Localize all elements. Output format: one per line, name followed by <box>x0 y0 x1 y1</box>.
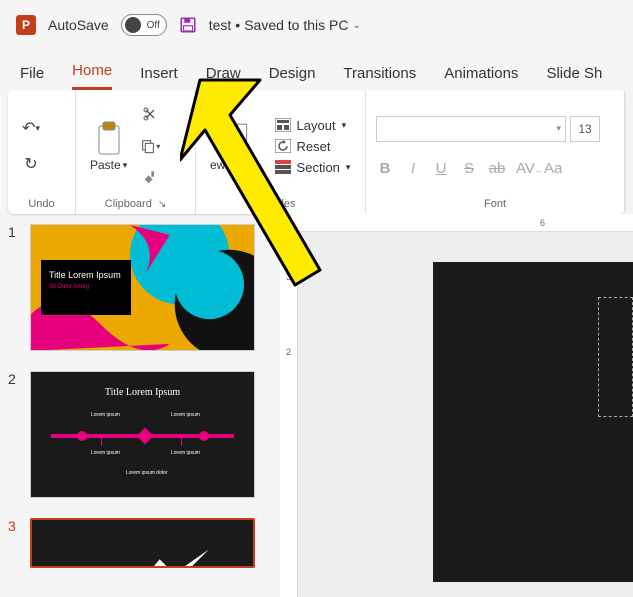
reset-button[interactable]: Reset <box>275 139 351 154</box>
bold-button[interactable]: B <box>376 160 394 177</box>
clipboard-dialog-launcher[interactable]: ↘ <box>158 199 166 210</box>
slide-thumbnail-2[interactable]: Title Lorem Ipsum Lorem ipsum Lorem ipsu… <box>30 371 255 498</box>
slide-thumbnail-pane: 1 Title Lorem IpsumSit Dolor Ameg 2 Titl… <box>0 214 280 597</box>
shadow-button[interactable]: S <box>460 160 478 177</box>
tab-slideshow[interactable]: Slide Sh <box>546 65 602 90</box>
tab-draw[interactable]: Draw <box>206 65 241 90</box>
underline-button[interactable]: U <box>432 160 450 177</box>
change-case-button[interactable]: Aa <box>544 160 562 177</box>
font-group-label: Font <box>376 196 614 212</box>
italic-button[interactable]: I <box>404 160 422 177</box>
undo-button[interactable]: ↶▾ <box>18 115 44 141</box>
save-icon[interactable] <box>179 16 197 34</box>
font-size-select[interactable]: 13 <box>570 116 600 142</box>
undo-group-label: Undo <box>18 196 65 212</box>
strikethrough-button[interactable]: ab <box>488 160 506 177</box>
powerpoint-icon: P <box>16 15 36 35</box>
thumb-number: 2 <box>8 371 20 498</box>
placeholder-box[interactable] <box>598 297 633 417</box>
font-family-select[interactable]: ▾ <box>376 116 566 142</box>
vertical-ruler: 3 2 <box>280 232 298 597</box>
new-slide-button[interactable]: ew Sli…▾ <box>206 118 265 174</box>
autosave-toggle[interactable]: Off <box>121 14 167 36</box>
tab-design[interactable]: Design <box>269 65 316 90</box>
char-spacing-button[interactable]: AV↔ <box>516 160 534 177</box>
chevron-down-icon: ⌄ <box>352 20 360 31</box>
thumb-number: 1 <box>8 224 20 351</box>
slides-group-label: Slides <box>206 196 355 212</box>
thumb-number: 3 <box>8 518 20 568</box>
ribbon: ↶▾ ↻ Undo Paste▾ ▾ Clipboard ↘ ew Sli…▾ <box>8 90 625 214</box>
autosave-label: AutoSave <box>48 17 109 33</box>
tab-animations[interactable]: Animations <box>444 65 518 90</box>
clipboard-group-label: Clipboard <box>105 198 152 210</box>
slide-thumbnail-3[interactable] <box>30 518 255 568</box>
document-title[interactable]: test • Saved to this PC ⌄ <box>209 17 361 33</box>
tab-insert[interactable]: Insert <box>140 65 178 90</box>
layout-button[interactable]: Layout▾ <box>275 118 351 133</box>
slide-canvas[interactable] <box>298 232 633 597</box>
format-painter-button[interactable] <box>137 165 163 191</box>
tab-transitions[interactable]: Transitions <box>343 65 416 90</box>
ribbon-tabs: File Home Insert Draw Design Transitions… <box>0 50 633 90</box>
paste-button[interactable]: Paste▾ <box>86 118 131 174</box>
copy-button[interactable]: ▾ <box>137 133 163 159</box>
section-button[interactable]: Section▾ <box>275 160 351 175</box>
title-bar: P AutoSave Off test • Saved to this PC ⌄ <box>0 0 633 50</box>
cut-button[interactable] <box>137 101 163 127</box>
tab-home[interactable]: Home <box>72 62 112 90</box>
horizontal-ruler: 6 <box>280 214 633 232</box>
slide-thumbnail-1[interactable]: Title Lorem IpsumSit Dolor Ameg <box>30 224 255 351</box>
redo-button[interactable]: ↻ <box>18 151 44 177</box>
tab-file[interactable]: File <box>20 65 44 90</box>
